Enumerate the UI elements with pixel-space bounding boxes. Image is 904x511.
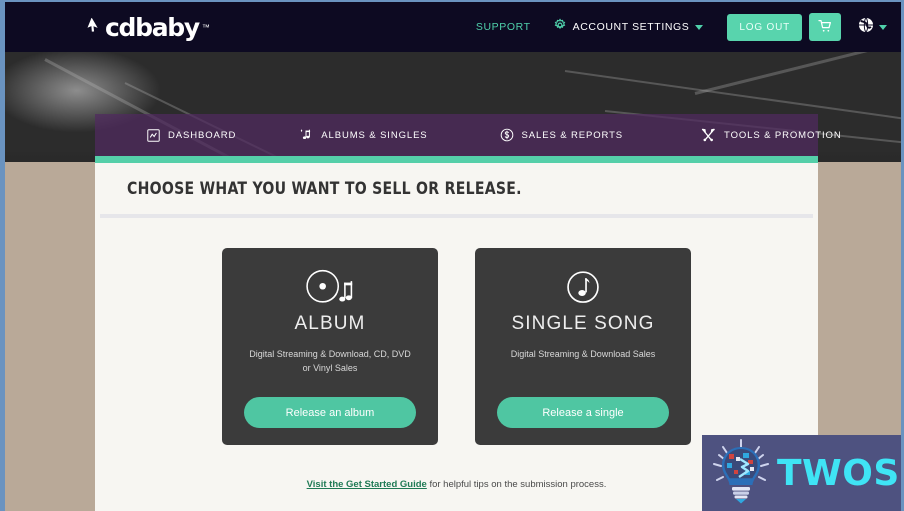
shopping-cart-icon <box>817 18 833 37</box>
get-started-guide-link[interactable]: Visit the Get Started Guide <box>307 479 427 490</box>
nav-label-dashboard: DASHBOARD <box>168 129 237 141</box>
twos-watermark: TWOS <box>702 435 901 511</box>
footnote-rest-text: for helpful tips on the submission proce… <box>426 479 607 490</box>
dashboard-icon <box>147 128 160 142</box>
title-divider <box>100 214 813 218</box>
release-a-single-button[interactable]: Release a single <box>497 397 669 428</box>
lightbulb-icon <box>710 438 772 509</box>
page-title: CHOOSE WHAT YOU WANT TO SELL OR RELEASE. <box>127 179 522 199</box>
card-album-title: ALBUM <box>294 313 366 334</box>
card-single-description: Digital Streaming & Download Sales <box>510 349 656 359</box>
nav-accent-rule <box>95 156 818 163</box>
nav-item-dashboard[interactable]: DASHBOARD <box>147 128 237 142</box>
main-navigation: DASHBOARD ALBUMS & SINGLES SALES & REPOR… <box>95 114 841 156</box>
vinyl-record-icon <box>302 266 358 312</box>
music-note-icon <box>298 128 313 142</box>
gear-icon <box>553 17 567 37</box>
card-album-description: Digital Streaming & Download, CD, DVD or… <box>249 349 411 373</box>
tools-icon <box>701 128 716 142</box>
nav-label-albums-singles: ALBUMS & SINGLES <box>321 129 428 141</box>
card-album[interactable]: ALBUM Digital Streaming & Download, CD, … <box>222 248 438 445</box>
nav-item-albums-singles[interactable]: ALBUMS & SINGLES <box>298 128 427 142</box>
card-single-title: SINGLE SONG <box>511 313 655 334</box>
language-selector[interactable] <box>857 2 887 52</box>
account-settings-menu[interactable]: ACCOUNT SETTINGS <box>541 17 716 37</box>
site-header: cdbaby ™ SUPPORT ACCOUNT SETTINGS LOG OU… <box>5 2 901 52</box>
card-single-song[interactable]: SINGLE SONG Digital Streaming & Download… <box>475 248 691 445</box>
nav-label-sales-reports: SALES & REPORTS <box>521 129 624 141</box>
header-nav: SUPPORT ACCOUNT SETTINGS LOG OUT <box>466 2 841 52</box>
page-canvas: cdbaby ™ SUPPORT ACCOUNT SETTINGS LOG OU… <box>5 2 901 511</box>
music-note-circle-icon <box>561 266 605 312</box>
dollar-circle-icon <box>500 128 514 142</box>
nav-item-tools-promotion[interactable]: TOOLS & PROMOTION <box>701 128 842 142</box>
logo-trademark: ™ <box>201 22 210 32</box>
account-settings-label: ACCOUNT SETTINGS <box>572 21 690 33</box>
release-an-album-button[interactable]: Release an album <box>244 397 416 428</box>
cursor-arrow-icon <box>87 17 102 33</box>
browser-viewport: cdbaby ™ SUPPORT ACCOUNT SETTINGS LOG OU… <box>0 0 904 511</box>
release-type-cards: ALBUM Digital Streaming & Download, CD, … <box>95 248 818 445</box>
logout-button[interactable]: LOG OUT <box>727 13 802 41</box>
support-link[interactable]: SUPPORT <box>466 21 541 33</box>
nav-item-sales-reports[interactable]: SALES & REPORTS <box>500 128 624 142</box>
chevron-down-icon-language <box>879 24 887 30</box>
globe-icon <box>857 16 875 39</box>
nav-label-tools-promotion: TOOLS & PROMOTION <box>724 129 842 141</box>
cdbaby-logo[interactable]: cdbaby ™ <box>87 13 210 41</box>
chevron-down-icon <box>695 24 704 30</box>
cart-button[interactable] <box>809 13 841 41</box>
logo-wordmark: cdbaby <box>105 12 200 42</box>
twos-watermark-text: TWOS <box>777 452 900 494</box>
